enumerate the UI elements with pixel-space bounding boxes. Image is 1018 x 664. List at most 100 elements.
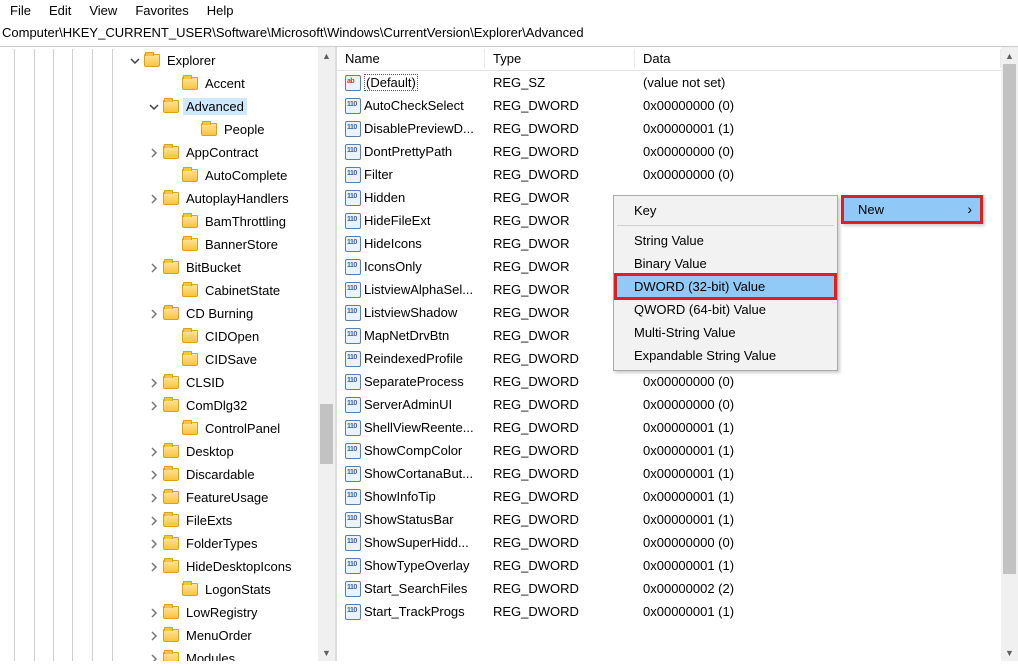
tree-item[interactable]: Explorer — [0, 49, 318, 72]
tree-item[interactable]: MenuOrder — [0, 624, 318, 647]
tree-item[interactable]: ComDlg32 — [0, 394, 318, 417]
scrollbar-thumb[interactable] — [1003, 64, 1016, 574]
chevron-right-icon[interactable] — [147, 376, 161, 390]
context-menu-new[interactable]: New — [841, 195, 983, 224]
value-data: 0x00000001 (1) — [635, 443, 1001, 458]
value-row[interactable]: (Default)REG_SZ(value not set) — [337, 71, 1001, 94]
folder-icon — [163, 399, 179, 412]
chevron-right-icon[interactable] — [147, 652, 161, 662]
tree-item[interactable]: Discardable — [0, 463, 318, 486]
reg-dword-icon — [345, 443, 361, 459]
value-row[interactable]: ShowStatusBarREG_DWORD0x00000001 (1) — [337, 508, 1001, 531]
value-row[interactable]: ShellViewReente...REG_DWORD0x00000001 (1… — [337, 416, 1001, 439]
tree-item[interactable]: FileExts — [0, 509, 318, 532]
tree-item[interactable]: CLSID — [0, 371, 318, 394]
chevron-right-icon[interactable] — [147, 399, 161, 413]
tree-item[interactable]: HideDesktopIcons — [0, 555, 318, 578]
value-row[interactable]: ShowInfoTipREG_DWORD0x00000001 (1) — [337, 485, 1001, 508]
column-type[interactable]: Type — [485, 49, 635, 68]
column-data[interactable]: Data — [635, 49, 1001, 68]
chevron-down-icon[interactable] — [147, 100, 161, 114]
tree-item-label: Explorer — [164, 52, 218, 69]
tree-item[interactable]: Advanced — [0, 95, 318, 118]
menu-file[interactable]: File — [10, 3, 31, 18]
chevron-down-icon[interactable] — [128, 54, 142, 68]
context-menu-item-new[interactable]: New — [844, 198, 980, 221]
tree-item-label: BannerStore — [202, 236, 281, 253]
reg-dword-icon — [345, 98, 361, 114]
value-row[interactable]: ShowSuperHidd...REG_DWORD0x00000000 (0) — [337, 531, 1001, 554]
tree-item[interactable]: AppContract — [0, 141, 318, 164]
value-name: MapNetDrvBtn — [364, 328, 449, 343]
value-row[interactable]: ShowCortanaBut...REG_DWORD0x00000001 (1) — [337, 462, 1001, 485]
value-row[interactable]: FilterREG_DWORD0x00000000 (0) — [337, 163, 1001, 186]
scroll-up-icon[interactable]: ▲ — [318, 47, 335, 64]
column-headers[interactable]: Name Type Data — [337, 47, 1001, 71]
reg-dword-icon — [345, 351, 361, 367]
context-menu-item[interactable]: Binary Value — [616, 252, 835, 275]
value-row[interactable]: Start_TrackProgsREG_DWORD0x00000001 (1) — [337, 600, 1001, 623]
menu-help[interactable]: Help — [207, 3, 234, 18]
tree-item[interactable]: BitBucket — [0, 256, 318, 279]
menu-edit[interactable]: Edit — [49, 3, 71, 18]
value-row[interactable]: AutoCheckSelectREG_DWORD0x00000000 (0) — [337, 94, 1001, 117]
tree-item[interactable]: CD Burning — [0, 302, 318, 325]
value-row[interactable]: DisablePreviewD...REG_DWORD0x00000001 (1… — [337, 117, 1001, 140]
menu-favorites[interactable]: Favorites — [135, 3, 188, 18]
value-row[interactable]: Start_SearchFilesREG_DWORD0x00000002 (2) — [337, 577, 1001, 600]
tree-item[interactable]: CIDSave — [0, 348, 318, 371]
tree-item[interactable]: People — [0, 118, 318, 141]
tree-item[interactable]: AutoplayHandlers — [0, 187, 318, 210]
value-type: REG_DWORD — [485, 420, 635, 435]
chevron-right-icon[interactable] — [147, 560, 161, 574]
chevron-right-icon[interactable] — [147, 146, 161, 160]
tree-item[interactable]: BannerStore — [0, 233, 318, 256]
tree-item[interactable]: ControlPanel — [0, 417, 318, 440]
tree-item[interactable]: Desktop — [0, 440, 318, 463]
chevron-right-icon[interactable] — [147, 606, 161, 620]
context-menu-item[interactable]: QWORD (64-bit) Value — [616, 298, 835, 321]
context-menu-item[interactable]: Expandable String Value — [616, 344, 835, 367]
chevron-right-icon[interactable] — [147, 307, 161, 321]
value-row[interactable]: ServerAdminUIREG_DWORD0x00000000 (0) — [337, 393, 1001, 416]
context-menu-item[interactable]: String Value — [616, 229, 835, 252]
chevron-right-icon[interactable] — [147, 445, 161, 459]
tree-item[interactable]: FeatureUsage — [0, 486, 318, 509]
value-row[interactable]: ShowCompColorREG_DWORD0x00000001 (1) — [337, 439, 1001, 462]
tree-item[interactable]: Modules — [0, 647, 318, 661]
value-row[interactable]: SeparateProcessREG_DWORD0x00000000 (0) — [337, 370, 1001, 393]
scrollbar-thumb[interactable] — [320, 404, 333, 464]
chevron-right-icon[interactable] — [147, 468, 161, 482]
context-menu-item[interactable]: Multi-String Value — [616, 321, 835, 344]
tree-item[interactable]: FolderTypes — [0, 532, 318, 555]
tree-item[interactable]: Accent — [0, 72, 318, 95]
chevron-right-icon[interactable] — [147, 514, 161, 528]
value-row[interactable]: ShowTypeOverlayREG_DWORD0x00000001 (1) — [337, 554, 1001, 577]
scroll-down-icon[interactable]: ▼ — [318, 644, 335, 661]
context-submenu-new[interactable]: Key String ValueBinary ValueDWORD (32-bi… — [613, 195, 838, 371]
values-scrollbar[interactable]: ▲ ▼ — [1001, 47, 1018, 661]
value-type: REG_SZ — [485, 75, 635, 90]
tree-item[interactable]: LogonStats — [0, 578, 318, 601]
reg-dword-icon — [345, 328, 361, 344]
tree-item[interactable]: CabinetState — [0, 279, 318, 302]
chevron-right-icon[interactable] — [147, 192, 161, 206]
context-menu-item-key[interactable]: Key — [616, 199, 835, 222]
scroll-down-icon[interactable]: ▼ — [1001, 644, 1018, 661]
reg-dword-icon — [345, 121, 361, 137]
tree-scrollbar[interactable]: ▲ ▼ — [318, 47, 335, 661]
chevron-right-icon[interactable] — [147, 629, 161, 643]
scroll-up-icon[interactable]: ▲ — [1001, 47, 1018, 64]
tree-item[interactable]: BamThrottling — [0, 210, 318, 233]
column-name[interactable]: Name — [337, 49, 485, 68]
tree-item[interactable]: LowRegistry — [0, 601, 318, 624]
chevron-right-icon[interactable] — [147, 491, 161, 505]
menu-view[interactable]: View — [89, 3, 117, 18]
address-bar[interactable]: Computer\HKEY_CURRENT_USER\Software\Micr… — [0, 19, 1018, 47]
value-row[interactable]: DontPrettyPathREG_DWORD0x00000000 (0) — [337, 140, 1001, 163]
chevron-right-icon[interactable] — [147, 537, 161, 551]
context-menu-item[interactable]: DWORD (32-bit) Value — [616, 275, 835, 298]
tree-item[interactable]: AutoComplete — [0, 164, 318, 187]
chevron-right-icon[interactable] — [147, 261, 161, 275]
tree-item[interactable]: CIDOpen — [0, 325, 318, 348]
